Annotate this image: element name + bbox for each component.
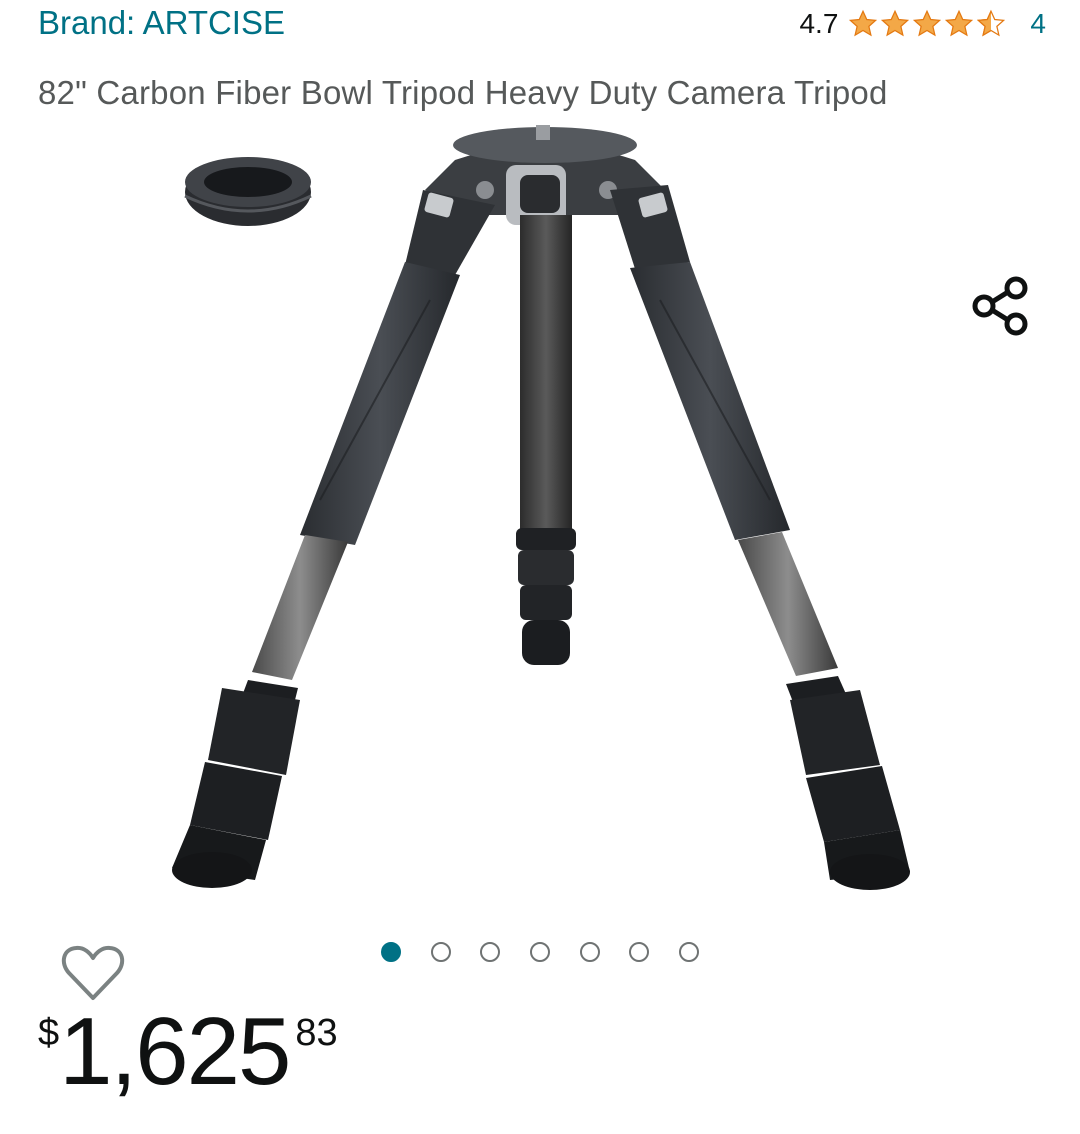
product-price: $ 1,625 83 <box>38 1000 338 1104</box>
star-icon <box>913 9 942 37</box>
rating-summary[interactable]: 4.7 4 <box>799 8 1046 40</box>
brand-link[interactable]: Brand: ARTCISE <box>38 4 285 42</box>
carousel-dot[interactable] <box>480 942 501 962</box>
star-icon <box>881 9 910 37</box>
price-whole: 1,625 <box>59 998 291 1105</box>
star-icon <box>945 9 974 37</box>
carousel-dot[interactable] <box>629 942 650 962</box>
rating-count[interactable]: 4 <box>1030 8 1046 40</box>
star-icon <box>849 9 878 37</box>
price-symbol: $ <box>38 1012 60 1054</box>
price-fraction: 83 <box>295 1012 338 1054</box>
carousel-dot[interactable] <box>530 942 550 962</box>
share-icon[interactable] <box>972 275 1030 337</box>
carousel-dot[interactable] <box>678 942 699 962</box>
carousel-dot[interactable] <box>579 942 600 962</box>
star-half-icon <box>977 9 1006 37</box>
product-image-carousel[interactable] <box>0 125 1080 1000</box>
carousel-dot[interactable] <box>430 942 451 962</box>
star-rating <box>848 9 1006 39</box>
tripod-product-image[interactable] <box>0 125 1080 925</box>
carousel-dot[interactable] <box>381 942 402 962</box>
rating-value: 4.7 <box>799 8 839 39</box>
product-title: 82" Carbon Fiber Bowl Tripod Heavy Duty … <box>38 74 888 111</box>
carousel-indicators <box>0 942 1080 962</box>
